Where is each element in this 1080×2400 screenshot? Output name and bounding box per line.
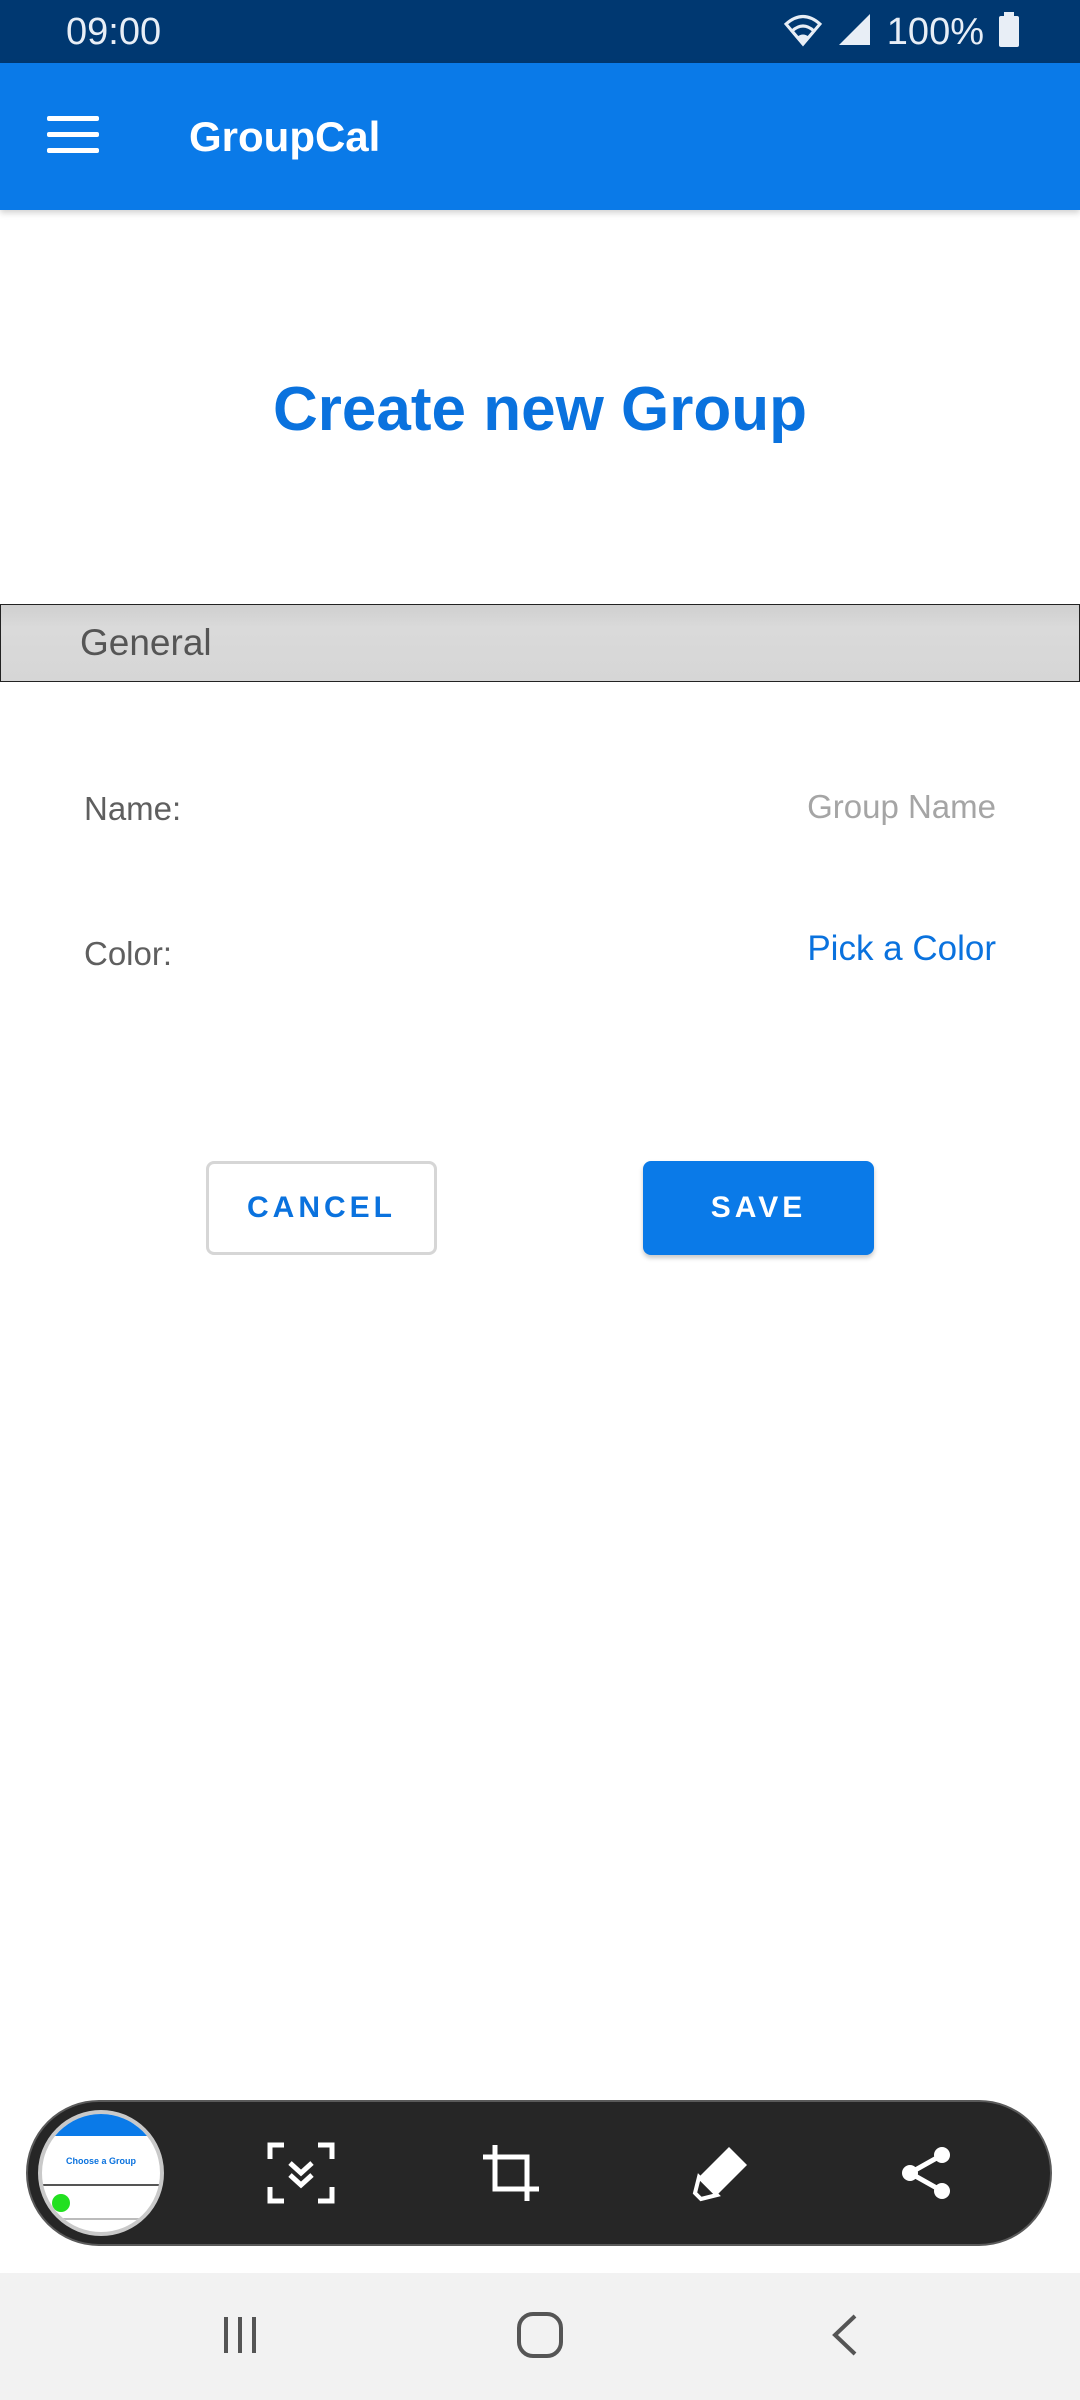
- navigation-bar: [0, 2273, 1080, 2400]
- back-button[interactable]: [795, 2295, 895, 2379]
- menu-button[interactable]: [28, 95, 118, 179]
- share-button[interactable]: [883, 2132, 969, 2218]
- section-header-label: General: [80, 622, 212, 663]
- color-label: Color:: [84, 935, 173, 972]
- status-bar: 09:00 100%: [0, 0, 1080, 63]
- thumbnail-divider-2: [42, 2218, 160, 2220]
- app-bar: GroupCal: [0, 63, 1080, 210]
- page-title: Create new Group: [273, 375, 807, 444]
- thumbnail-color-dot: [52, 2194, 70, 2212]
- draw-icon: [691, 2143, 751, 2208]
- screenshot-thumbnail[interactable]: Choose a Group: [38, 2110, 164, 2236]
- home-icon: [515, 2310, 565, 2365]
- wifi-icon: [783, 12, 823, 53]
- status-icons: 100%: [783, 10, 1020, 54]
- share-icon: [898, 2145, 954, 2206]
- home-button[interactable]: [490, 2295, 590, 2379]
- draw-button[interactable]: [678, 2132, 764, 2218]
- battery-icon: [998, 11, 1020, 53]
- crop-button[interactable]: [468, 2132, 554, 2218]
- hamburger-menu-icon: [47, 115, 99, 159]
- name-label: Name:: [84, 790, 182, 827]
- battery-percent: 100%: [886, 11, 984, 53]
- status-time: 09:00: [66, 11, 162, 53]
- section-header-general: General: [0, 604, 1080, 682]
- save-button[interactable]: SAVE: [643, 1161, 874, 1255]
- group-name-input[interactable]: [476, 783, 996, 831]
- thumbnail-app-bar: [42, 2114, 160, 2136]
- pick-color-link[interactable]: Pick a Color: [807, 927, 996, 971]
- crop-icon: [481, 2143, 541, 2208]
- signal-icon: [837, 12, 873, 53]
- recent-apps-button[interactable]: [190, 2295, 290, 2379]
- screen: 09:00 100% GroupCal Create new Group Gen…: [0, 0, 1080, 2400]
- thumbnail-divider: [42, 2184, 160, 2186]
- back-icon: [827, 2312, 863, 2363]
- screenshot-toolbar: Choose a Group: [26, 2100, 1052, 2246]
- scroll-capture-icon: [266, 2141, 336, 2210]
- app-title: GroupCal: [189, 113, 381, 160]
- thumbnail-title: Choose a Group: [65, 2156, 136, 2166]
- recent-apps-icon: [220, 2315, 260, 2360]
- scroll-capture-button[interactable]: [258, 2132, 344, 2218]
- cancel-button[interactable]: CANCEL: [206, 1161, 437, 1255]
